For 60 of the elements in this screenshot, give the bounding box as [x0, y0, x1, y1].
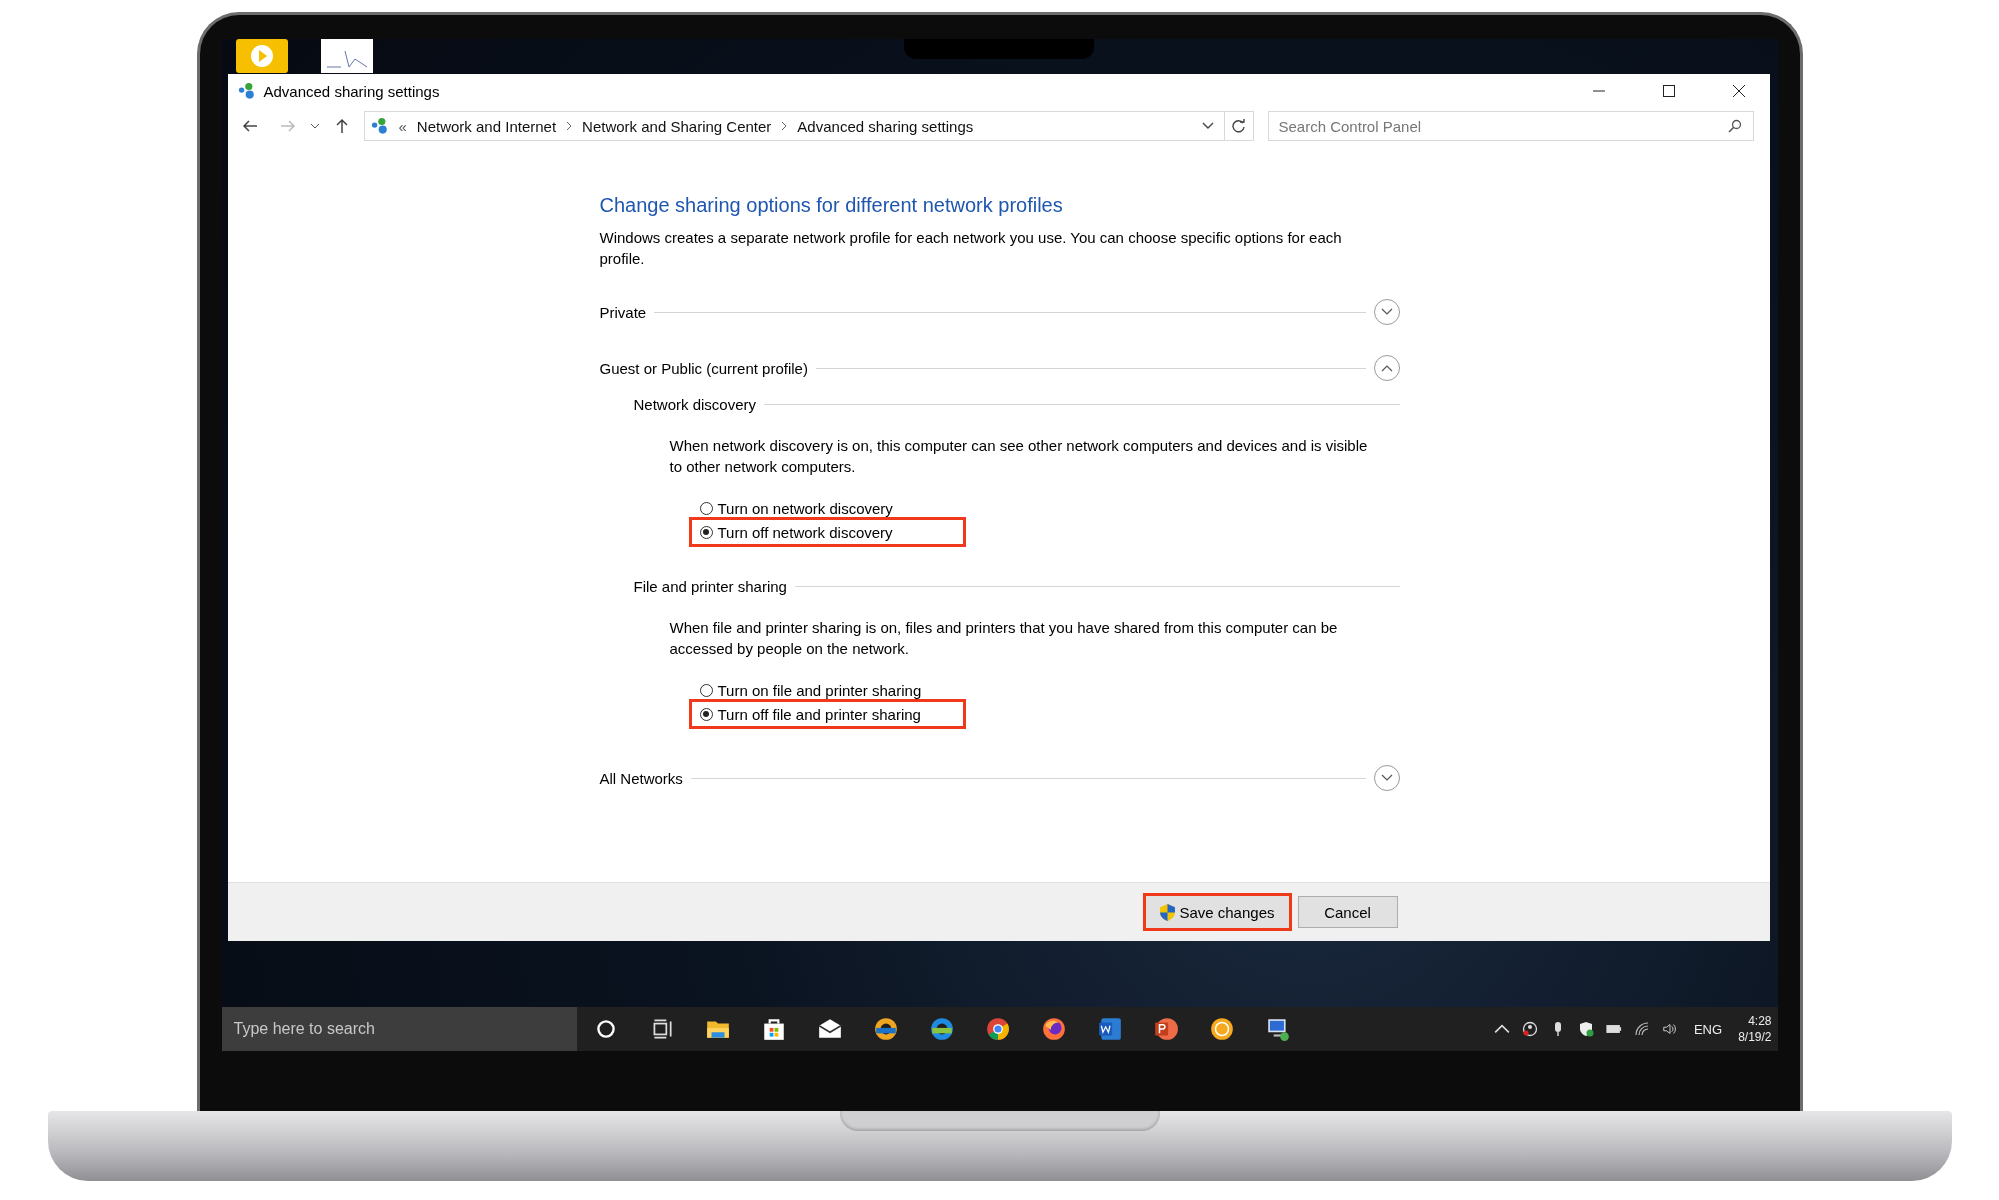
shield-icon[interactable]	[1577, 1021, 1594, 1037]
back-arrow-icon[interactable]	[241, 118, 258, 134]
breadcrumb-item[interactable]: Network and Sharing Center	[582, 117, 772, 135]
section-title: All Networks	[599, 769, 683, 787]
dropdown-caret-icon[interactable]	[309, 123, 320, 129]
chrome-icon[interactable]	[984, 1016, 1011, 1042]
chevron-down-icon	[1380, 308, 1393, 316]
clock-date[interactable]: 8/19/2	[1738, 1029, 1772, 1045]
shield-icon	[1160, 903, 1176, 921]
maximize-icon	[1662, 85, 1675, 97]
play-icon[interactable]	[235, 39, 288, 73]
radio-label[interactable]: Turn on file and printer sharing	[717, 681, 922, 699]
group-title: Network discovery	[633, 395, 757, 413]
section-title: Private	[599, 303, 647, 321]
radio-button[interactable]	[699, 683, 713, 697]
radio-label[interactable]: Turn on network discovery	[717, 499, 893, 517]
group-title: File and printer sharing	[633, 577, 787, 595]
radio-button[interactable]	[699, 525, 713, 539]
description-text: When file and printer sharing is on, files and printers that you have shared from this computer can be accessed by people on the network.	[669, 618, 1339, 659]
cancel-button[interactable]: Cancel	[1297, 896, 1398, 928]
expand-toggle-button[interactable]	[1373, 355, 1400, 381]
language-indicator[interactable]: ENG	[1693, 1021, 1723, 1037]
presentation-icon[interactable]	[1152, 1016, 1179, 1042]
word-icon[interactable]	[1096, 1016, 1123, 1042]
taskbar-search-field[interactable]: Type here to search	[221, 1007, 577, 1051]
network-icon	[370, 117, 389, 135]
circle-app-icon[interactable]	[1208, 1016, 1235, 1042]
expand-toggle-button[interactable]	[1373, 299, 1400, 325]
save-button[interactable]: Save changes	[1143, 893, 1292, 931]
page-heading: Change sharing options for different network profiles	[599, 194, 1064, 217]
close-icon	[1732, 85, 1745, 97]
window-title: Advanced sharing settings	[263, 82, 440, 100]
overflow-chevron[interactable]: «	[398, 117, 407, 135]
wifi-icon[interactable]	[1633, 1021, 1650, 1037]
radio-label[interactable]: Turn off network discovery	[717, 523, 893, 541]
speaker-icon[interactable]	[1661, 1021, 1678, 1037]
network-icon	[237, 82, 256, 100]
radio-label[interactable]: Turn off file and printer sharing	[717, 705, 921, 723]
chevron-right-icon[interactable]	[781, 121, 788, 131]
description-text: When network discovery is on, this computer can see other network computers and devices and is visible to other network computers.	[669, 436, 1369, 477]
intro-text: Windows creates a separate network profile for each network you use. You can choose specific options for each profile.	[599, 228, 1343, 269]
search-field[interactable]: Search Control Panel	[1267, 111, 1754, 141]
breadcrumb-item[interactable]: Advanced sharing settings	[797, 117, 974, 135]
document-thumbnail-icon[interactable]	[320, 39, 373, 73]
dropdown-caret-icon[interactable]	[1201, 122, 1214, 130]
radio-button[interactable]	[699, 707, 713, 721]
clock-time[interactable]: 4:28	[1748, 1013, 1772, 1029]
address-bar[interactable]: « Network and Internet Network and Sharing Center Advanced sharing settings	[363, 111, 1254, 141]
chevron-down-icon	[1380, 774, 1393, 782]
firefox-icon[interactable]	[1040, 1016, 1067, 1042]
highlighted-radio-option[interactable]: Turn off network discovery	[688, 517, 966, 547]
section-title: Guest or Public (current profile)	[599, 359, 808, 377]
breadcrumb-item[interactable]: Network and Internet	[416, 117, 557, 135]
search-icon	[1727, 119, 1742, 133]
highlighted-radio-option[interactable]: Turn off file and printer sharing	[688, 699, 966, 729]
expand-toggle-button[interactable]	[1373, 765, 1400, 791]
chevron-right-icon[interactable]	[566, 121, 573, 131]
chevron-up-icon	[1380, 364, 1393, 372]
radio-button[interactable]	[699, 501, 713, 515]
refresh-icon[interactable]	[1231, 119, 1246, 133]
